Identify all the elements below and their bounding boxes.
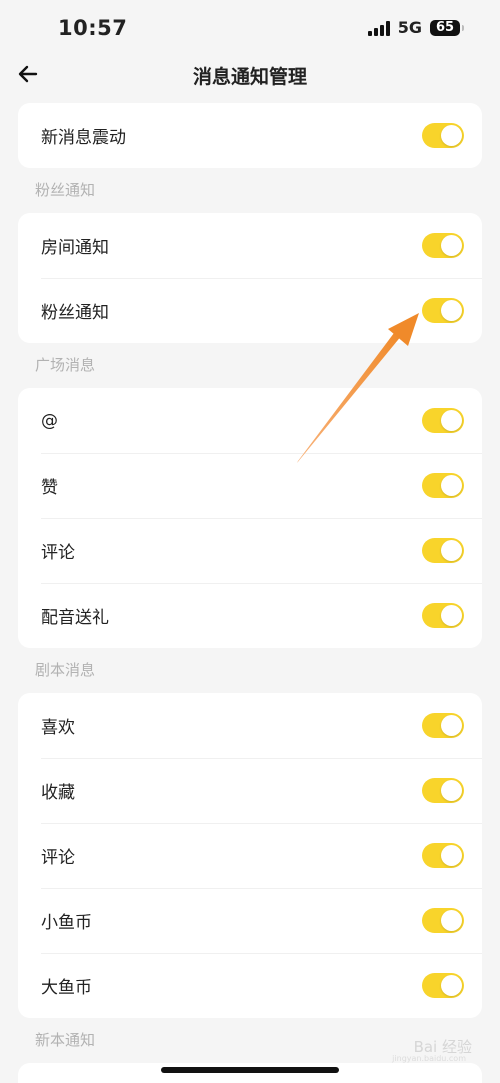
watermark-sub: jingyan.baidu.com [392,1054,466,1063]
toggle-switch[interactable] [422,298,464,323]
settings-row-label: 大鱼币 [41,978,92,998]
toggle-switch[interactable] [422,538,464,563]
settings-row-label: 新消息震动 [41,128,126,148]
settings-row-label: @ [41,410,58,431]
toggle-switch[interactable] [422,908,464,933]
settings-row: 收藏 [18,758,482,823]
status-indicators: 5G 65 [367,18,464,37]
toggle-switch[interactable] [422,778,464,803]
settings-card: @ 赞评论配音送礼 [18,388,482,648]
toggle-knob [441,235,462,256]
toggle-switch[interactable] [422,473,464,498]
toggle-knob [441,845,462,866]
settings-row: 评论 [18,823,482,888]
settings-row: 新消息震动 [18,103,482,168]
toggle-knob [441,410,462,431]
status-bar: 10:57 5G 65 [0,0,500,52]
section-header: 粉丝通知 [35,181,96,199]
settings-row-label: 喜欢 [41,718,75,738]
page-title: 消息通知管理 [192,66,307,88]
toggle-switch[interactable] [422,843,464,868]
settings-row: 评论 [18,518,482,583]
settings-row: @ [18,388,482,453]
home-indicator [161,1067,339,1073]
status-time: 10:57 [58,16,128,40]
toggle-knob [441,125,462,146]
toggle-knob [441,605,462,626]
toggle-switch[interactable] [422,408,464,433]
toggle-knob [441,475,462,496]
settings-card-partial [18,1063,482,1083]
toggle-knob [441,540,462,561]
toggle-switch[interactable] [422,713,464,738]
settings-row: 小鱼币 [18,888,482,953]
toggle-knob [441,780,462,801]
settings-row-label: 粉丝通知 [41,303,109,323]
toggle-switch[interactable] [422,123,464,148]
settings-row: 房间通知 [18,213,482,278]
toggle-switch[interactable] [422,973,464,998]
toggle-knob [441,910,462,931]
toggle-switch[interactable] [422,233,464,258]
settings-row-label: 评论 [41,543,75,563]
toggle-knob [441,715,462,736]
network-type: 5G [397,18,422,37]
settings-list: 新消息震动 粉丝通知 房间通知 粉丝通知 广场消息 @ 赞评论 配音送礼 剧本消息 喜欢 收藏 评论… [18,103,482,1083]
settings-row-label: 收藏 [41,783,75,803]
toggle-knob [441,300,462,321]
battery-level: 65 [435,20,455,35]
nav-bar: 消息通知管理 [0,52,500,96]
settings-row: 赞 [18,453,482,518]
settings-row-label: 赞 [41,478,58,498]
settings-row: 配音送礼 [18,583,482,648]
toggle-knob [441,975,462,996]
settings-row-label: 房间通知 [41,238,109,258]
settings-card: 房间通知 粉丝通知 [18,213,482,343]
section-header: 剧本消息 [35,661,96,679]
section-header: 广场消息 [35,356,96,374]
settings-row: 粉丝通知 [18,278,482,343]
signal-icon [367,20,390,36]
battery-icon: 65 [430,19,464,36]
settings-card: 喜欢收藏评论小鱼币大鱼币 [18,693,482,1018]
settings-row-label: 评论 [41,848,75,868]
toggle-switch[interactable] [422,603,464,628]
settings-card-general: 新消息震动 [18,103,482,168]
settings-row-label: 配音送礼 [41,608,109,628]
settings-row-label: 小鱼币 [41,913,92,933]
settings-row: 大鱼币 [18,953,482,1018]
settings-row: 喜欢 [18,693,482,758]
